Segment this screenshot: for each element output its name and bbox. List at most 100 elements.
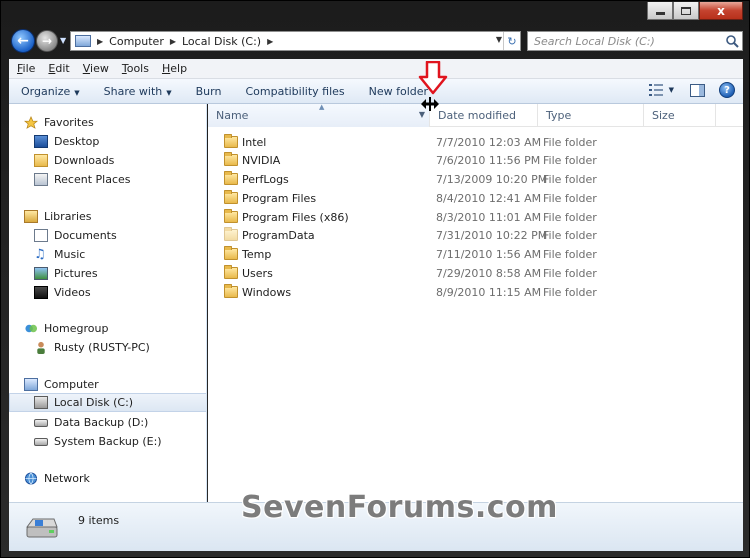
column-type[interactable]: Type: [538, 104, 644, 127]
forward-arrow-icon: →: [41, 34, 53, 48]
computer-icon: [24, 378, 38, 391]
watermark-text: SevenForums.com: [241, 490, 558, 525]
details-pane: 9 items SevenForums.com: [9, 490, 743, 551]
folder-icon: [224, 265, 238, 279]
nav-computer[interactable]: Computer: [9, 375, 206, 394]
search-placeholder: Search Local Disk (C:): [534, 34, 655, 48]
computer-icon: [75, 35, 91, 47]
nav-data-backup[interactable]: Data Backup (D:): [9, 413, 206, 432]
nav-recent-places[interactable]: Recent Places: [9, 170, 206, 189]
nav-desktop[interactable]: Desktop: [9, 132, 206, 151]
nav-homegroup[interactable]: Homegroup: [9, 319, 206, 338]
table-row[interactable]: Temp 7/11/2010 1:56 AM File folder: [208, 245, 743, 264]
drive-icon: [34, 418, 48, 427]
folder-icon: [224, 190, 238, 204]
search-input[interactable]: Search Local Disk (C:): [527, 31, 743, 51]
nav-music[interactable]: ♫ Music: [9, 245, 206, 264]
organize-button[interactable]: Organize ▼: [9, 85, 92, 98]
user-icon: [37, 341, 45, 354]
column-resize-cursor-icon: [421, 97, 439, 111]
table-row[interactable]: ProgramData 7/31/2010 10:22 PM File fold…: [208, 226, 743, 245]
nav-pictures[interactable]: Pictures: [9, 264, 206, 283]
nav-downloads[interactable]: Downloads: [9, 151, 206, 170]
forward-button[interactable]: →: [36, 30, 58, 52]
menu-edit[interactable]: Edit: [48, 62, 69, 75]
nav-network[interactable]: Network: [9, 469, 206, 488]
column-name[interactable]: ▲ Name ▼: [208, 104, 430, 127]
table-row[interactable]: PerfLogs 7/13/2009 10:20 PM File folder: [208, 170, 743, 189]
chevron-down-icon: ▼: [74, 88, 80, 97]
navigation-pane: Favorites Desktop Downloads Recent Place…: [9, 104, 207, 502]
close-icon: x: [717, 3, 725, 18]
nav-documents[interactable]: Documents: [9, 226, 206, 245]
folder-icon: [224, 171, 238, 185]
help-button[interactable]: ?: [719, 82, 735, 98]
maximize-button[interactable]: [673, 2, 699, 20]
menu-bar: File Edit View Tools Help: [9, 59, 743, 79]
column-header-row: ▲ Name ▼ Date modified Type Size: [208, 104, 743, 127]
back-button[interactable]: ←: [11, 29, 35, 53]
breadcrumb-separator-icon[interactable]: ▶: [97, 37, 103, 46]
column-date-modified[interactable]: Date modified: [430, 104, 538, 127]
chevron-down-icon: ▼: [166, 88, 172, 97]
folder-icon: [224, 134, 238, 148]
minimize-icon: [655, 12, 665, 15]
column-size[interactable]: Size: [644, 104, 716, 127]
views-icon[interactable]: [648, 84, 663, 96]
navigation-row: ← → ▼ ▶ Computer ▶ Local Disk (C:) ▶ ▼ ↻…: [9, 28, 743, 56]
recent-places-icon: [34, 173, 48, 186]
command-bar: Organize ▼ Share with ▼ Burn Compatibility…: [9, 79, 743, 104]
menu-view[interactable]: View: [83, 62, 109, 75]
file-list: ▲ Name ▼ Date modified Type Size Intel 7…: [208, 104, 743, 502]
address-dropdown-icon[interactable]: ▼: [496, 35, 502, 44]
nav-favorites[interactable]: Favorites: [9, 113, 206, 132]
drive-icon: [34, 437, 48, 446]
nav-libraries[interactable]: Libraries: [9, 207, 206, 226]
folder-icon: [224, 284, 238, 298]
search-icon[interactable]: [725, 34, 739, 48]
folder-icon: [224, 152, 238, 166]
table-row[interactable]: Intel 7/7/2010 12:03 AM File folder: [208, 133, 743, 152]
libraries-icon: [24, 210, 38, 223]
table-row[interactable]: Program Files 8/4/2010 12:41 AM File fol…: [208, 189, 743, 208]
table-row[interactable]: Windows 8/9/2010 11:15 AM File folder: [208, 283, 743, 302]
caption-buttons: x: [647, 2, 743, 20]
burn-button[interactable]: Burn: [184, 85, 234, 98]
table-row[interactable]: Users 7/29/2010 8:58 AM File folder: [208, 264, 743, 283]
red-down-arrow-icon: [418, 61, 448, 95]
menu-tools[interactable]: Tools: [122, 62, 149, 75]
nav-local-disk[interactable]: Local Disk (C:): [9, 393, 206, 412]
breadcrumb-local-disk[interactable]: Local Disk (C:): [182, 35, 261, 48]
sort-ascending-icon: ▲: [319, 104, 325, 111]
compatibility-files-button[interactable]: Compatibility files: [233, 85, 356, 98]
views-dropdown-icon[interactable]: ▼: [669, 86, 674, 94]
folder-icon: [224, 209, 238, 223]
nav-videos[interactable]: Videos: [9, 283, 206, 302]
breadcrumb-separator-icon[interactable]: ▶: [267, 37, 273, 46]
breadcrumb-computer[interactable]: Computer: [109, 35, 164, 48]
close-button[interactable]: x: [699, 2, 743, 20]
desktop-icon: [34, 135, 48, 148]
breadcrumb-separator-icon[interactable]: ▶: [170, 37, 176, 46]
preview-pane-icon[interactable]: [690, 83, 705, 97]
refresh-button[interactable]: ↻: [503, 32, 520, 50]
downloads-icon: [34, 154, 48, 167]
folder-icon: [224, 246, 238, 260]
minimize-button[interactable]: [647, 2, 673, 20]
pictures-icon: [34, 267, 48, 280]
hidden-folder-icon: [224, 227, 238, 241]
menu-help[interactable]: Help: [162, 62, 187, 75]
drive-icon: [26, 518, 58, 538]
menu-file[interactable]: File: [17, 62, 35, 75]
nav-system-backup[interactable]: System Backup (E:): [9, 432, 206, 451]
share-with-button[interactable]: Share with ▼: [92, 85, 184, 98]
view-controls: ▼ ?: [648, 82, 735, 98]
documents-icon: [34, 229, 48, 242]
table-row[interactable]: NVIDIA 7/6/2010 11:56 PM File folder: [208, 151, 743, 170]
item-count: 9 items: [78, 514, 120, 527]
table-row[interactable]: Program Files (x86) 8/3/2010 11:01 AM Fi…: [208, 208, 743, 227]
nav-user[interactable]: Rusty (RUSTY-PC): [9, 338, 206, 357]
recent-pages-dropdown-icon[interactable]: ▼: [60, 36, 66, 45]
star-icon: [24, 116, 38, 129]
address-bar[interactable]: ▶ Computer ▶ Local Disk (C:) ▶ ▼ ↻: [70, 31, 521, 51]
